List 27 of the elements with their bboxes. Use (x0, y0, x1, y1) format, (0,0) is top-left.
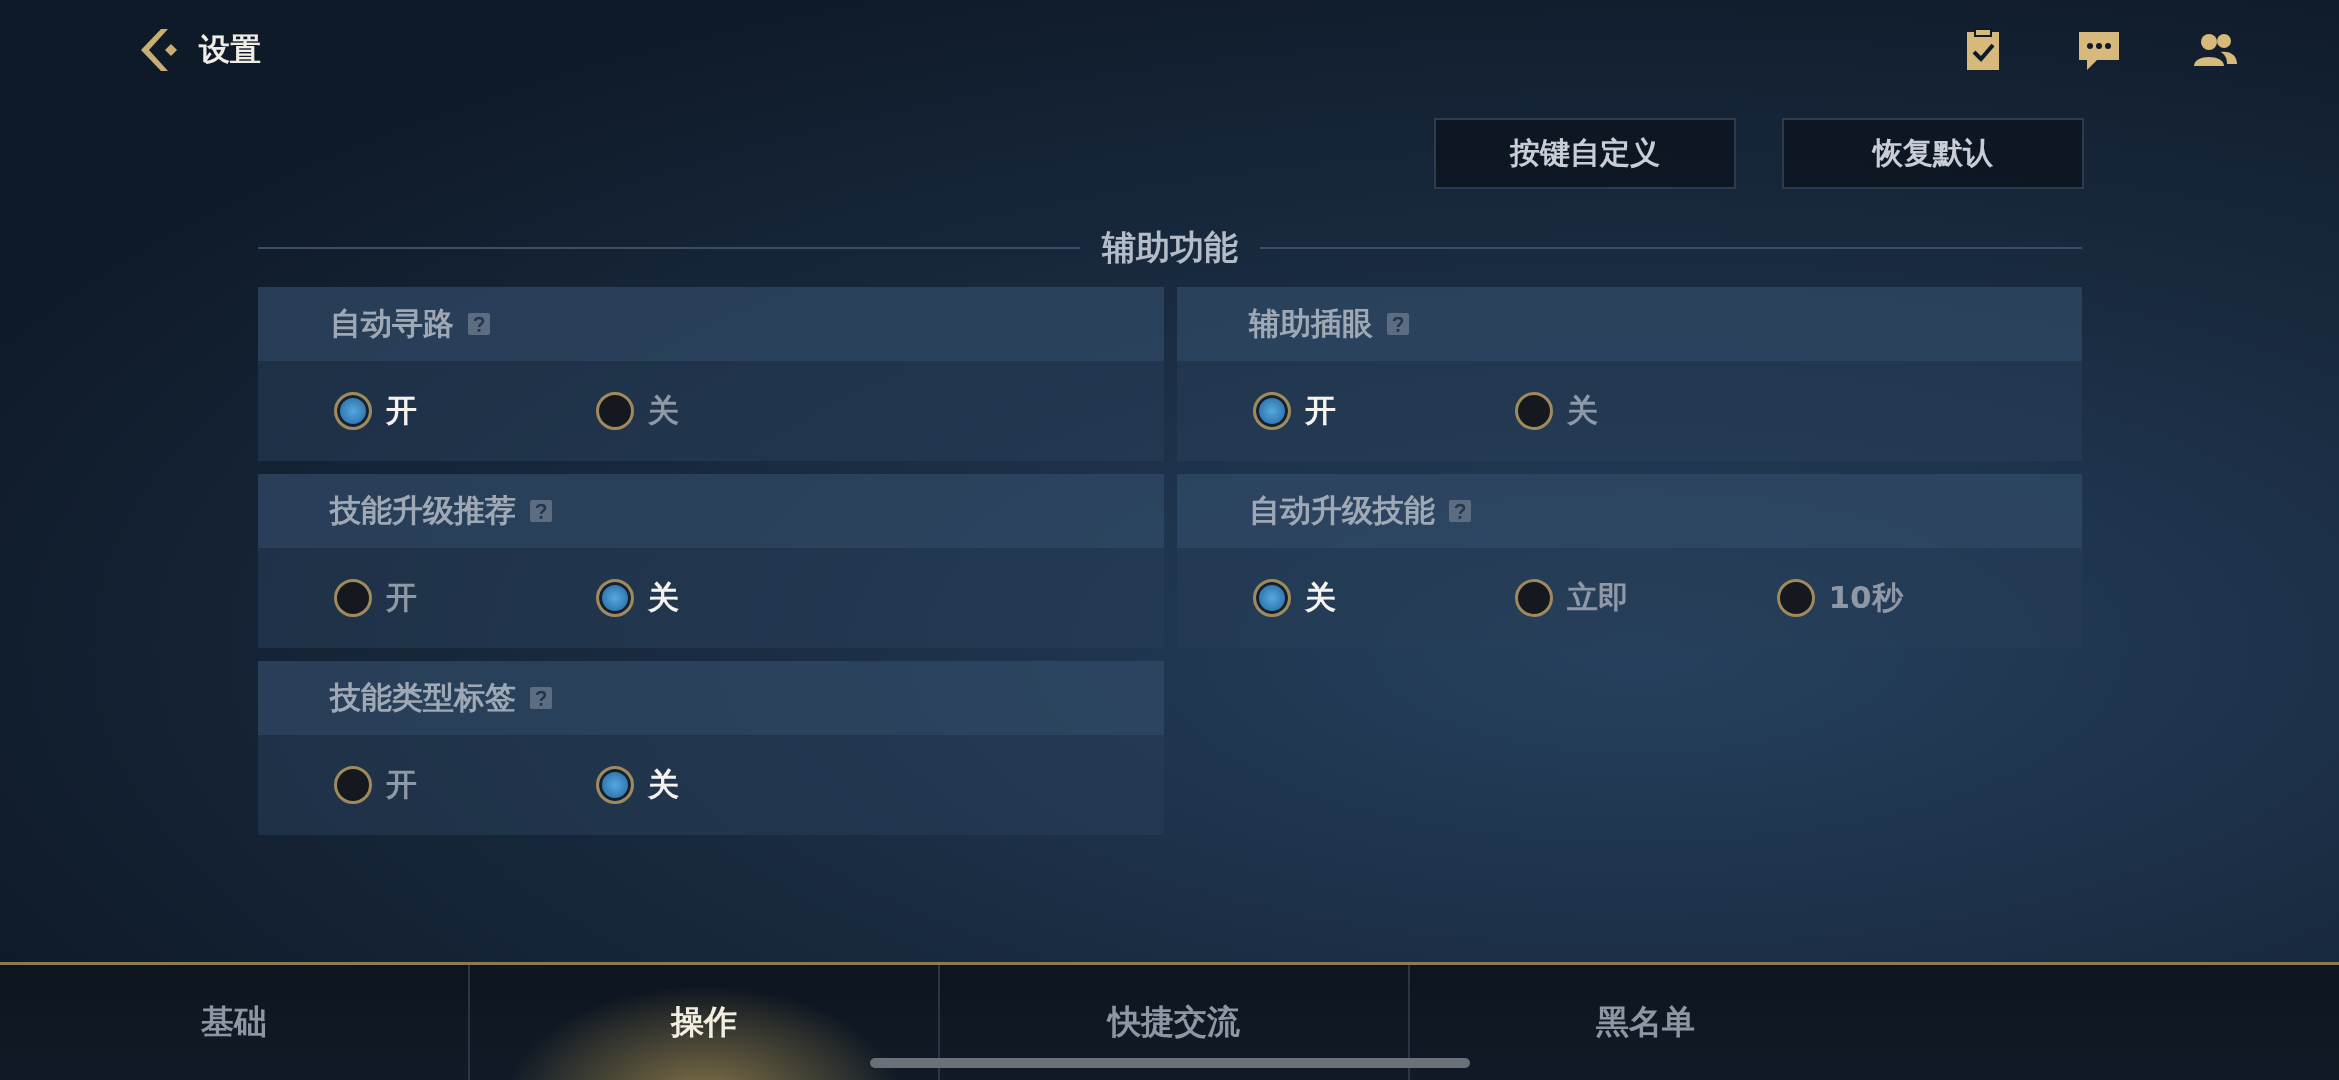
setting-title: 技能类型标签 (330, 678, 516, 717)
help-icon[interactable] (530, 687, 552, 709)
radio-option[interactable]: 开 (334, 764, 596, 806)
help-icon[interactable] (1386, 313, 1409, 335)
setting-title: 自动升级技能 (1248, 491, 1435, 530)
radio-option[interactable]: 关 (596, 390, 858, 432)
back-button[interactable]: 设置 (135, 25, 261, 75)
action-button[interactable]: 按键自定义 (1434, 118, 1736, 189)
help-icon[interactable] (468, 313, 490, 335)
section-title: 辅助功能 (1102, 226, 1238, 269)
bottom-tab[interactable]: 黑名单 (1410, 965, 1880, 1080)
setting-title: 辅助插眼 (1248, 304, 1373, 343)
help-icon[interactable] (1448, 500, 1471, 522)
radio-option[interactable]: 立即 (1514, 577, 1777, 619)
action-button[interactable]: 恢复默认 (1782, 118, 2084, 189)
setting-title: 技能升级推荐 (330, 491, 516, 530)
radio-option[interactable]: 关 (596, 764, 858, 806)
radio-option[interactable]: 关 (1252, 577, 1515, 619)
bottom-tab[interactable]: 基础 (0, 965, 470, 1080)
setting-title: 自动寻路 (330, 304, 454, 343)
radio-option[interactable]: 关 (1514, 390, 1777, 432)
help-icon[interactable] (530, 500, 552, 522)
radio-option[interactable]: 10秒 (1776, 577, 2039, 619)
radio-option[interactable]: 开 (334, 577, 596, 619)
radio-option[interactable]: 开 (334, 390, 596, 432)
radio-option[interactable]: 关 (596, 577, 858, 619)
radio-option[interactable]: 开 (1252, 390, 1515, 432)
